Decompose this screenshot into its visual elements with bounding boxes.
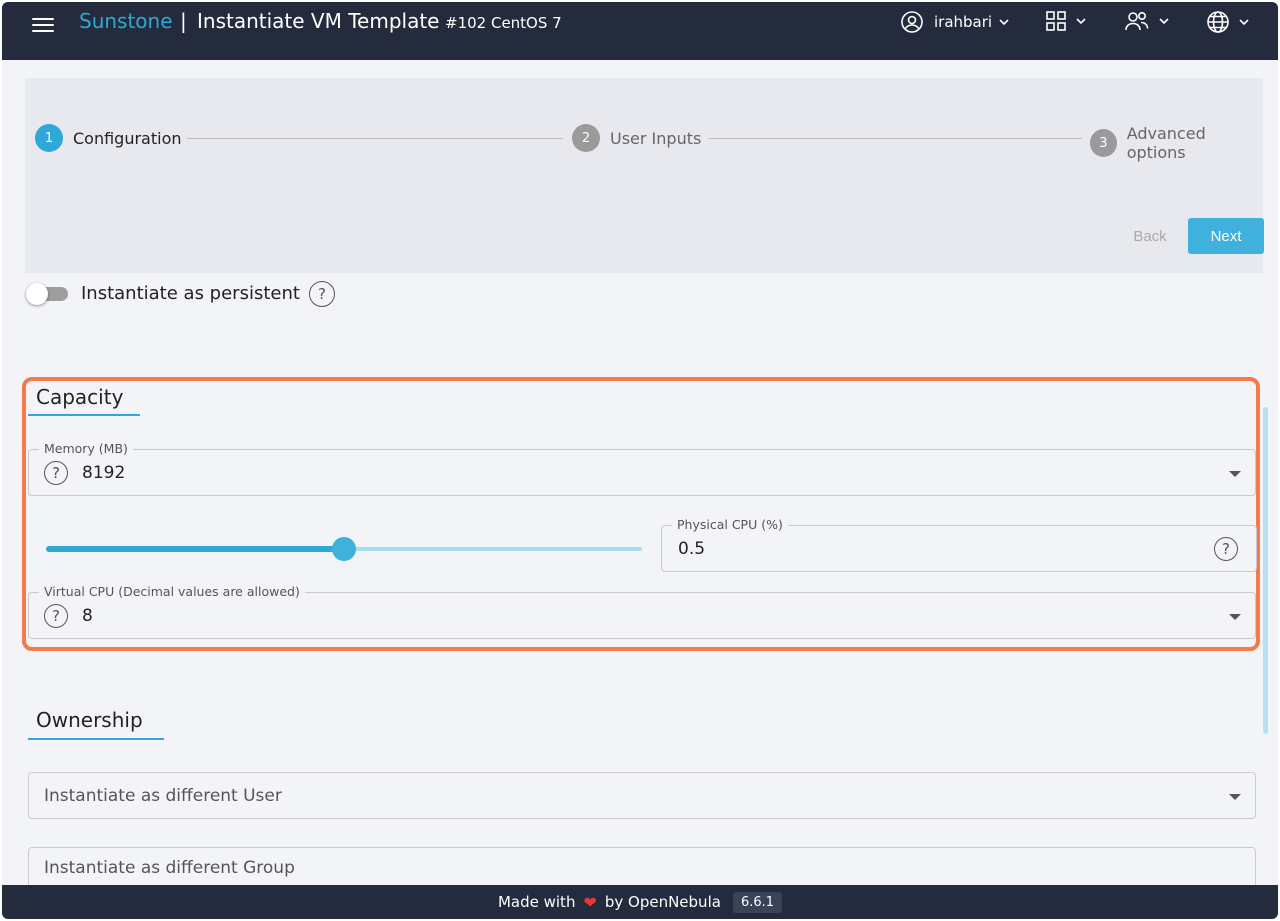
- memory-value: 8192: [82, 463, 126, 483]
- step-number: 1: [35, 124, 63, 152]
- ownership-title-underline: [28, 738, 164, 740]
- next-button[interactable]: Next: [1188, 218, 1264, 254]
- help-icon[interactable]: ?: [44, 604, 68, 628]
- step-label: Advanced options: [1126, 124, 1206, 162]
- virtual-cpu-field[interactable]: Virtual CPU (Decimal values are allowed)…: [28, 584, 1256, 639]
- template-id: #102 CentOS 7: [445, 14, 562, 32]
- footer-made-with: Made with: [497, 893, 576, 911]
- step-user-inputs[interactable]: 2 User Inputs: [572, 124, 701, 152]
- dropdown-arrow-icon[interactable]: [1229, 794, 1241, 800]
- chevron-down-icon: [1076, 18, 1086, 25]
- virtual-cpu-label: Virtual CPU (Decimal values are allowed): [39, 584, 305, 599]
- footer: Made with ❤ by OpenNebula 6.6.1: [2, 885, 1278, 919]
- memory-field[interactable]: Memory (MB) ? 8192: [28, 441, 1256, 496]
- capacity-title: Capacity: [36, 385, 124, 409]
- physical-cpu-slider[interactable]: [46, 537, 642, 561]
- group-icon: [1125, 11, 1149, 31]
- chevron-down-icon: [999, 19, 1009, 26]
- memory-label: Memory (MB): [39, 441, 133, 456]
- title-separator: |: [180, 9, 187, 33]
- step-advanced-options[interactable]: 3 Advanced options: [1090, 124, 1263, 162]
- app-window: Sunstone | Instantiate VM Template #102 …: [2, 2, 1278, 919]
- step-number: 3: [1090, 129, 1117, 157]
- different-user-placeholder: Instantiate as different User: [44, 786, 282, 806]
- page-title: Instantiate VM Template: [197, 9, 440, 33]
- ownership-title: Ownership: [36, 708, 143, 732]
- help-icon[interactable]: ?: [44, 461, 68, 485]
- step-label: User Inputs: [610, 128, 702, 148]
- step-configuration[interactable]: 1 Configuration: [35, 124, 182, 152]
- step-label: Configuration: [73, 128, 182, 148]
- toggle-thumb: [26, 283, 48, 305]
- content-scrollbar[interactable]: [1263, 407, 1268, 734]
- help-icon[interactable]: ?: [309, 281, 335, 307]
- grid-icon: [1046, 11, 1066, 31]
- step-connector: [708, 138, 1082, 139]
- physical-cpu-field[interactable]: Physical CPU (%) 0.5 ?: [661, 517, 1257, 572]
- persistent-label: Instantiate as persistent: [81, 283, 300, 304]
- help-icon[interactable]: ?: [1214, 537, 1238, 561]
- top-bar: Sunstone | Instantiate VM Template #102 …: [2, 2, 1278, 60]
- dropdown-arrow-icon[interactable]: [1229, 471, 1241, 477]
- slider-fill: [46, 546, 344, 552]
- language-menu-button[interactable]: [1206, 10, 1250, 34]
- step-connector: [187, 138, 563, 139]
- user-menu-button[interactable]: irahbari: [900, 10, 1010, 34]
- dropdown-arrow-icon[interactable]: [1229, 614, 1241, 620]
- different-group-placeholder: Instantiate as different Group: [44, 858, 295, 878]
- virtual-cpu-value: 8: [82, 606, 93, 626]
- step-number: 2: [572, 124, 600, 152]
- globe-icon: [1207, 11, 1229, 33]
- stepper-panel: 1 Configuration 2 User Inputs 3 Advanced…: [25, 78, 1264, 273]
- physical-cpu-label: Physical CPU (%): [672, 517, 788, 532]
- physical-cpu-value: 0.5: [678, 539, 706, 559]
- user-name: irahbari: [934, 13, 993, 31]
- apps-menu-button[interactable]: [1045, 10, 1087, 32]
- version-badge: 6.6.1: [732, 891, 783, 913]
- groups-menu-button[interactable]: [1124, 10, 1170, 32]
- menu-icon[interactable]: [32, 14, 54, 36]
- persistent-toggle[interactable]: [26, 283, 68, 305]
- slider-thumb[interactable]: [332, 537, 356, 561]
- footer-by: by OpenNebula: [604, 893, 721, 911]
- different-user-select[interactable]: Instantiate as different User: [28, 772, 1256, 819]
- brand-logo[interactable]: Sunstone: [79, 9, 173, 33]
- back-button[interactable]: Back: [1123, 218, 1177, 254]
- capacity-title-underline: [28, 414, 140, 416]
- chevron-down-icon: [1159, 18, 1169, 25]
- heart-icon: ❤: [583, 892, 597, 912]
- user-icon: [901, 11, 923, 33]
- chevron-down-icon: [1239, 19, 1249, 26]
